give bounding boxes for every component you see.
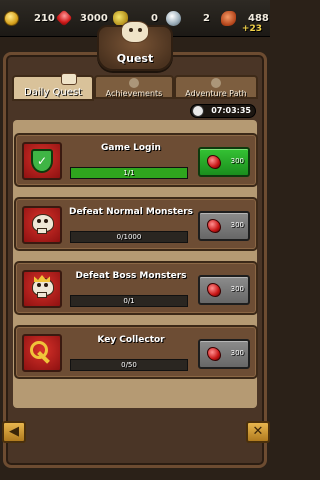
quest-card-key-collector: Key Collector 0/50 300 [14,325,258,379]
tab-achievements[interactable]: Achievements [94,75,174,99]
quest-icon-frame: ✓ [22,142,62,180]
reward-amount: 300 [230,157,244,165]
gold-coin-icon [4,10,19,26]
quest-card-game-login: ✓ Game Login 1/1 300 [14,133,258,187]
quest-progress-text: 0/50 [121,361,137,369]
quest-progress-text: 0/1000 [116,233,142,241]
quest-progress-text: 1/1 [123,169,135,177]
key-icon [29,340,55,366]
ruby-icon [207,219,221,233]
quest-title: Key Collector [97,335,165,345]
panel-title: Quest [116,52,154,65]
tab-bar: Daily Quest Achievements Adventure Path [12,73,258,101]
meat-icon [221,10,236,26]
reset-timer: 07:03:35 [190,104,256,118]
tab-label: Daily Quest [24,87,82,98]
stopwatch-icon [192,105,204,117]
reward-amount: 300 [230,285,244,293]
quest-card-defeat-normal-monsters: Defeat Normal Monsters 0/1000 300 [14,197,258,251]
tab-label: Adventure Path [185,89,247,98]
reward-button[interactable]: 300 [198,211,250,241]
shield-check-icon: ✓ [31,149,53,173]
scroll-icon [61,73,77,85]
ruby-value: 3000 [80,12,108,24]
quest-title: Defeat Normal Monsters [68,207,194,217]
quest-icon-frame [22,206,62,244]
close-button[interactable]: ✕ [246,421,270,443]
ruby-counter[interactable]: 3000 [55,9,108,27]
bottom-strip [0,468,270,480]
coin-bag-value: 0 [151,12,158,24]
quest-progress-bar: 0/1 [70,295,188,307]
orb-counter[interactable]: 2 [166,9,210,27]
quest-progress-text: 0/1 [123,297,135,305]
tab-label: Achievements [105,89,163,98]
quest-progress-bar: 0/1000 [70,231,188,243]
quest-icon-frame [22,334,62,372]
quest-icon-frame [22,270,62,308]
ruby-icon [207,155,221,169]
orb-value: 2 [203,12,210,24]
reward-amount: 300 [230,221,244,229]
skull-icon [29,213,55,237]
meat-value: 488 [248,12,269,24]
reward-button[interactable]: 300 [198,339,250,369]
crowned-skull-icon [29,275,55,301]
medal-icon [129,78,139,88]
map-icon [211,78,221,88]
quest-card-defeat-boss-monsters: Defeat Boss Monsters 0/1 300 [14,261,258,315]
orb-icon [166,10,181,26]
left-arrow-icon: ◀ [9,424,19,439]
reward-button[interactable]: 300 [198,275,250,305]
tab-daily-quest[interactable]: Daily Quest [12,73,94,101]
ruby-icon [55,9,73,27]
quest-title: Game Login [101,143,161,153]
quest-title: Defeat Boss Monsters [75,271,187,281]
close-icon: ✕ [252,424,264,439]
claim-reward-button[interactable]: 300 [198,147,250,177]
quest-progress-bar: 1/1 [70,167,188,179]
reward-amount: 300 [230,349,244,357]
meat-bonus: +23 [241,24,262,34]
gold-value: 210 [34,12,55,24]
tab-adventure-path[interactable]: Adventure Path [174,75,258,99]
gold-counter[interactable]: 210 [4,9,55,27]
timer-value: 07:03:35 [211,106,251,115]
ruby-icon [207,347,221,361]
quest-progress-bar: 0/50 [70,359,188,371]
ruby-icon [207,283,221,297]
back-button[interactable]: ◀ [2,421,26,443]
quest-scroll-icon [121,21,149,43]
